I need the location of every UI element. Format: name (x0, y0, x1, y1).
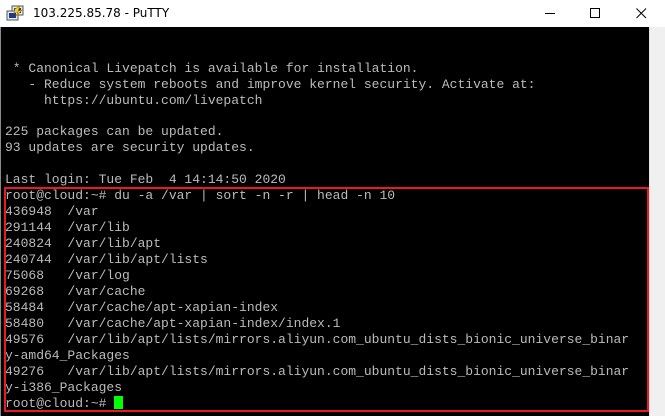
shell-prompt: root@cloud:~# (5, 396, 115, 411)
terminal-line: * Canonical Livepatch is available for i… (5, 61, 419, 76)
prompt-line[interactable]: root@cloud:~# (5, 396, 124, 412)
window-title: 103.225.85.78 - PuTTY (33, 6, 170, 20)
terminal-line: - Reduce system reboots and improve kern… (5, 77, 536, 92)
output-line: 436948 /var (5, 204, 99, 219)
minimize-button[interactable] (527, 0, 573, 27)
maximize-icon (590, 8, 600, 18)
putty-window: 103.225.85.78 - PuTTY * Canonical Livepa… (0, 0, 665, 416)
terminal-line: Last login: Tue Feb 4 14:14:50 2020 (5, 172, 286, 187)
close-icon (636, 8, 647, 19)
output-line: 240744 /var/lib/apt/lists (5, 252, 208, 267)
output-line: 291144 /var/lib (5, 220, 130, 235)
putty-icon[interactable] (6, 5, 24, 22)
output-line: 58484 /var/cache/apt-xapian-index (5, 300, 279, 315)
output-line: 240824 /var/lib/apt (5, 236, 162, 251)
minimize-icon (545, 13, 555, 14)
terminal-line: 93 updates are security updates. (5, 140, 255, 155)
title-bar[interactable]: 103.225.85.78 - PuTTY (0, 0, 665, 27)
output-line: 49576 /var/lib/apt/lists/mirrors.aliyun.… (5, 332, 630, 347)
output-line: 69268 /var/cache (5, 284, 146, 299)
terminal-screen[interactable]: * Canonical Livepatch is available for i… (1, 27, 649, 416)
maximize-button[interactable] (572, 0, 618, 27)
output-line: 58480 /var/cache/apt-xapian-index/index.… (5, 316, 341, 331)
terminal-line: https://ubuntu.com/livepatch (5, 93, 263, 108)
command-line: root@cloud:~# du -a /var | sort -n -r | … (5, 188, 396, 203)
output-line: 49276 /var/lib/apt/lists/mirrors.aliyun.… (5, 364, 630, 379)
output-line: y-amd64_Packages (5, 348, 130, 363)
close-button[interactable] (618, 0, 664, 27)
output-line: y-i386_Packages (5, 380, 123, 395)
text-cursor (114, 396, 124, 409)
vertical-scrollbar[interactable] (649, 27, 665, 416)
terminal-line: 225 packages can be updated. (5, 124, 224, 139)
output-line: 75068 /var/log (5, 268, 130, 283)
